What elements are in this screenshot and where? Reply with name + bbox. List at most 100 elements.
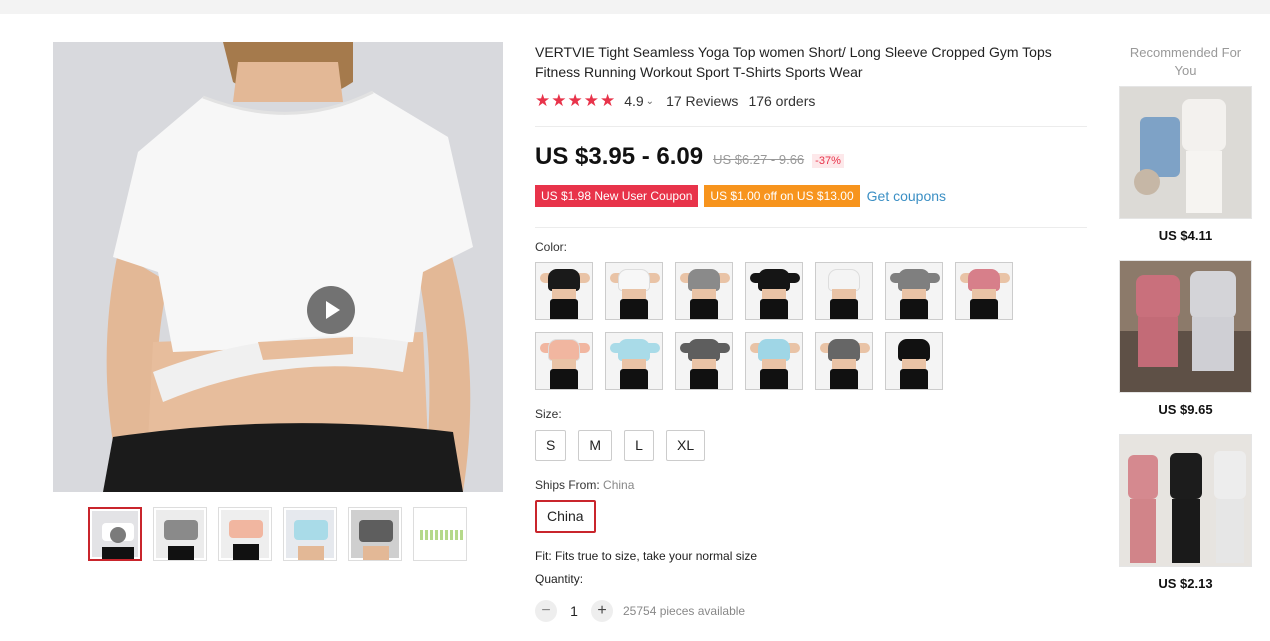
quantity-value[interactable]: 1 [557, 603, 591, 619]
swatch-top [898, 269, 930, 291]
recommended-item-image[interactable] [1119, 260, 1252, 393]
swatch-pants [620, 299, 648, 319]
swatch-pants [690, 299, 718, 319]
color-swatch[interactable] [885, 332, 943, 390]
get-coupons-link[interactable]: Get coupons [867, 188, 946, 204]
swatch-skin [902, 359, 926, 369]
color-swatch[interactable] [535, 332, 593, 390]
swatch-skin [972, 289, 996, 299]
swatch-skin [692, 359, 716, 369]
product-title: VERTVIE Tight Seamless Yoga Top women Sh… [535, 44, 1052, 80]
recommended-item-image[interactable] [1119, 86, 1252, 219]
size-l-button[interactable]: L [624, 430, 655, 461]
recommended-item[interactable]: US $9.65 [1119, 260, 1252, 417]
recommended-title: Recommended For You [1129, 45, 1242, 78]
color-swatch[interactable] [745, 262, 803, 320]
swatch-skin [902, 289, 926, 299]
recommended-item-price: US $2.13 [1158, 576, 1213, 591]
quantity-stepper: − 1 + 25754 pieces available [535, 600, 745, 622]
color-swatch[interactable] [745, 332, 803, 390]
swatch-pants [760, 299, 788, 319]
play-icon [110, 527, 126, 543]
swatch-top [968, 269, 1000, 291]
coupons-row: US $1.98 New User Coupon US $1.00 off on… [535, 185, 946, 207]
color-swatch[interactable] [955, 262, 1013, 320]
ships-from-selected: China [603, 478, 635, 492]
ships-from-text: Ships From: [535, 478, 600, 492]
swatch-skin [552, 289, 576, 299]
swatch-pants [970, 299, 998, 319]
swatch-top [548, 269, 580, 291]
recommended-item[interactable]: US $2.13 [1119, 434, 1252, 591]
thumbnail-1[interactable] [88, 507, 142, 561]
thumbnail-3[interactable] [218, 507, 272, 561]
quantity-decrease-button[interactable]: − [535, 600, 557, 622]
swatch-top [758, 339, 790, 361]
swatch-top [548, 339, 580, 361]
swatch-skin [622, 359, 646, 369]
swatch-skin [762, 289, 786, 299]
thumbnail-5[interactable] [348, 507, 402, 561]
swatch-top [828, 269, 860, 291]
swatch-pants [900, 299, 928, 319]
swatch-skin [832, 359, 856, 369]
store-coupon[interactable]: US $1.00 off on US $13.00 [704, 185, 860, 207]
color-swatch[interactable] [675, 332, 733, 390]
thumbnail-4[interactable] [283, 507, 337, 561]
color-swatch[interactable] [535, 262, 593, 320]
swatch-top [688, 339, 720, 361]
current-price: US $3.95 - 6.09 [535, 143, 704, 170]
original-price: US $6.27 - 9.66 [713, 152, 805, 167]
rating-stars-icon: ★★★★★ [535, 91, 617, 110]
play-video-button[interactable] [307, 286, 355, 334]
new-user-coupon[interactable]: US $1.98 New User Coupon [535, 185, 699, 207]
product-photo [53, 42, 503, 492]
recommended-item-price: US $4.11 [1158, 228, 1213, 243]
swatch-skin [622, 289, 646, 299]
color-label: Color: [535, 240, 568, 254]
size-s-button[interactable]: S [535, 430, 567, 461]
quantity-label: Quantity: [535, 572, 584, 586]
color-swatch[interactable] [885, 262, 943, 320]
orders-count: 176 orders [748, 93, 816, 109]
swatch-skin [832, 289, 856, 299]
size-m-button[interactable]: M [578, 430, 613, 461]
size-options: S M L XL [535, 430, 706, 461]
recommended-item[interactable]: US $4.11 [1119, 86, 1252, 243]
swatch-pants [690, 369, 718, 389]
swatch-skin [552, 359, 576, 369]
image-thumbnails [88, 507, 467, 561]
swatch-pants [550, 369, 578, 389]
swatch-skin [692, 289, 716, 299]
color-swatch[interactable] [815, 262, 873, 320]
chevron-down-icon[interactable]: ⌄ [646, 96, 654, 107]
thumbnail-2[interactable] [153, 507, 207, 561]
color-swatches [535, 262, 1035, 390]
color-swatch[interactable] [605, 262, 663, 320]
thumbnail-6[interactable] [413, 507, 467, 561]
size-label: Size: [535, 407, 562, 421]
reviews-link[interactable]: 17 Reviews [666, 93, 738, 109]
swatch-top [898, 339, 930, 361]
ships-from-label: Ships From: China [535, 478, 634, 492]
swatch-top [688, 269, 720, 291]
color-swatch[interactable] [675, 262, 733, 320]
ships-from-china-button[interactable]: China [535, 500, 596, 533]
swatch-pants [830, 299, 858, 319]
swatch-pants [760, 369, 788, 389]
pieces-available: 25754 pieces available [623, 604, 746, 618]
recommended-item-image[interactable] [1119, 434, 1252, 567]
swatch-top [758, 269, 790, 291]
main-product-image[interactable] [53, 42, 503, 492]
rating-value[interactable]: 4.9 [624, 93, 643, 109]
recommended-item-price: US $9.65 [1158, 402, 1213, 417]
rating-row: ★★★★★ 4.9 ⌄ 17 Reviews 176 orders [535, 91, 815, 111]
color-swatch[interactable] [605, 332, 663, 390]
size-xl-button[interactable]: XL [666, 430, 706, 461]
color-swatch[interactable] [815, 332, 873, 390]
divider [535, 126, 1087, 127]
swatch-skin [762, 359, 786, 369]
quantity-increase-button[interactable]: + [591, 600, 613, 622]
divider [535, 227, 1087, 228]
swatch-top [618, 269, 650, 291]
